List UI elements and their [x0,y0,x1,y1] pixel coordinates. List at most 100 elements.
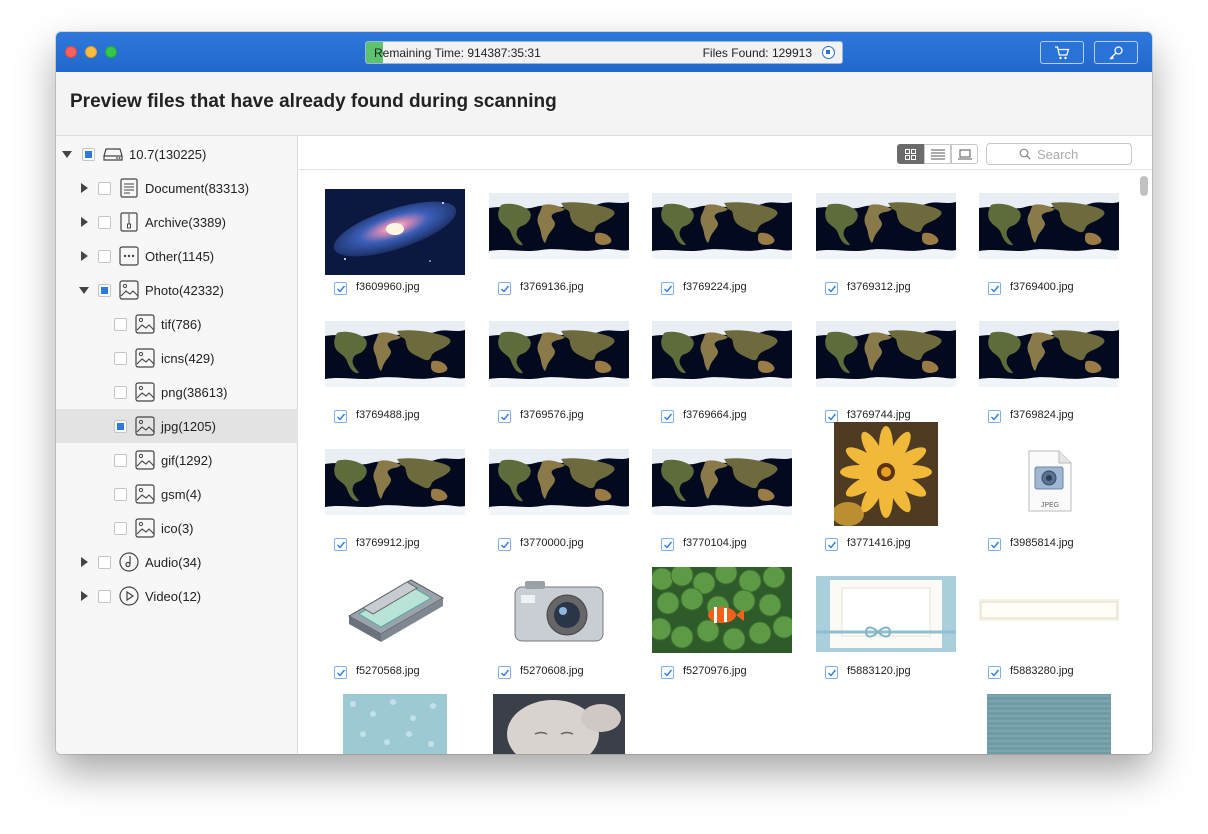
file-checkbox[interactable] [498,666,511,679]
stop-scan-button[interactable] [822,46,835,59]
grid-view-button[interactable] [897,144,924,164]
register-key-button[interactable] [1094,41,1138,64]
file-thumbnail-item[interactable]: f3769576.jpg [477,304,641,432]
tree-item-checkbox[interactable] [114,522,127,535]
file-thumbnail-image[interactable] [313,560,477,660]
tree-item-other[interactable]: Other(1145) [56,239,298,273]
file-thumbnail-item[interactable] [313,688,477,754]
tree-item-audio[interactable]: Audio(34) [56,545,298,579]
file-thumbnail-item[interactable]: f3769664.jpg [640,304,804,432]
file-thumbnail-item[interactable]: f3769488.jpg [313,304,477,432]
file-checkbox[interactable] [498,282,511,295]
file-thumbnail-image[interactable] [967,688,1131,754]
tree-item-archive[interactable]: Archive(3389) [56,205,298,239]
tree-item-icns[interactable]: icns(429) [56,341,298,375]
file-thumbnail-item[interactable]: f3769312.jpg [804,176,968,304]
disclosure-triangle[interactable] [79,287,89,294]
tree-item-checkbox[interactable] [98,590,111,603]
file-thumbnail-image[interactable] [477,432,641,532]
file-thumbnail-item[interactable] [804,688,968,754]
tree-item-10-7[interactable]: 10.7(130225) [56,137,298,171]
file-checkbox[interactable] [334,282,347,295]
close-window-button[interactable] [65,46,77,58]
file-thumbnail-item[interactable]: f3771416.jpg [804,422,968,560]
disclosure-triangle[interactable] [81,217,88,227]
file-thumbnail-image[interactable] [477,688,641,754]
tree-item-jpg[interactable]: jpg(1205) [56,409,298,443]
file-thumbnail-image[interactable] [804,422,968,526]
tree-item-checkbox[interactable] [114,454,127,467]
file-checkbox[interactable] [825,282,838,295]
file-checkbox[interactable] [498,410,511,423]
disclosure-triangle[interactable] [81,183,88,193]
file-thumbnail-image[interactable] [967,304,1131,404]
tree-item-checkbox[interactable] [98,182,111,195]
file-thumbnail-image[interactable] [477,304,641,404]
file-thumbnail-image[interactable] [640,560,804,660]
file-thumbnail-item[interactable]: f3769824.jpg [967,304,1131,432]
tree-item-checkbox[interactable] [82,148,95,161]
file-thumbnail-image[interactable] [967,560,1131,660]
minimize-window-button[interactable] [85,46,97,58]
file-thumbnail-item[interactable]: f3770000.jpg [477,432,641,560]
file-thumbnail-item[interactable]: f5270976.jpg [640,560,804,688]
file-thumbnail-item[interactable]: f5270568.jpg [313,560,477,688]
file-checkbox[interactable] [661,666,674,679]
tree-item-document[interactable]: Document(83313) [56,171,298,205]
file-checkbox[interactable] [825,666,838,679]
scrollbar-thumb[interactable] [1140,176,1148,196]
file-thumbnail-item[interactable]: f3770104.jpg [640,432,804,560]
file-thumbnail-image[interactable] [640,688,804,754]
file-thumbnail-item[interactable]: f5883120.jpg [804,560,968,688]
file-thumbnail-image[interactable] [477,560,641,660]
tree-item-checkbox[interactable] [98,284,111,297]
file-thumbnail-image[interactable] [313,182,477,282]
file-thumbnail-image[interactable] [313,688,477,754]
file-thumbnail-image[interactable]: JPEG [967,432,1131,532]
tree-item-video[interactable]: Video(12) [56,579,298,613]
tree-item-checkbox[interactable] [114,386,127,399]
file-thumbnail-item[interactable]: f5270608.jpg [477,560,641,688]
file-thumbnail-image[interactable] [804,564,968,664]
file-checkbox[interactable] [334,666,347,679]
file-thumbnail-item[interactable]: f3769744.jpg [804,304,968,432]
file-thumbnail-image[interactable] [640,432,804,532]
tree-item-checkbox[interactable] [98,250,111,263]
file-thumbnail-item[interactable]: f3769224.jpg [640,176,804,304]
file-thumbnail-image[interactable] [967,176,1131,276]
tree-item-tif[interactable]: tif(786) [56,307,298,341]
file-thumbnail-image[interactable] [804,688,968,754]
tree-item-png[interactable]: png(38613) [56,375,298,409]
tree-item-checkbox[interactable] [114,352,127,365]
vertical-scrollbar[interactable] [1140,174,1148,752]
file-thumbnail-item[interactable] [477,688,641,754]
tree-item-checkbox[interactable] [114,318,127,331]
file-thumbnail-image[interactable] [640,304,804,404]
file-checkbox[interactable] [988,282,1001,295]
file-checkbox[interactable] [661,282,674,295]
file-checkbox[interactable] [661,538,674,551]
file-checkbox[interactable] [988,666,1001,679]
file-thumbnail-item[interactable]: f3769912.jpg [313,432,477,560]
file-checkbox[interactable] [498,538,511,551]
tree-item-photo[interactable]: Photo(42332) [56,273,298,307]
file-thumbnail-item[interactable] [640,688,804,754]
file-thumbnail-item[interactable]: f5883280.jpg [967,560,1131,688]
search-field[interactable]: Search [986,143,1132,165]
file-thumbnail-image[interactable] [313,304,477,404]
file-checkbox[interactable] [334,538,347,551]
file-thumbnail-item[interactable]: f3769400.jpg [967,176,1131,304]
tree-item-gsm[interactable]: gsm(4) [56,477,298,511]
zoom-window-button[interactable] [105,46,117,58]
file-thumbnail-item[interactable]: JPEG f3985814.jpg [967,432,1131,560]
file-thumbnail-image[interactable] [477,176,641,276]
tree-item-gif[interactable]: gif(1292) [56,443,298,477]
file-thumbnail-item[interactable]: f3609960.jpg [313,176,477,304]
disclosure-triangle[interactable] [81,557,88,567]
tree-item-ico[interactable]: ico(3) [56,511,298,545]
tree-item-checkbox[interactable] [98,556,111,569]
preview-view-button[interactable] [951,144,978,164]
file-checkbox[interactable] [825,538,838,551]
disclosure-triangle[interactable] [81,251,88,261]
file-thumbnail-image[interactable] [804,176,968,276]
